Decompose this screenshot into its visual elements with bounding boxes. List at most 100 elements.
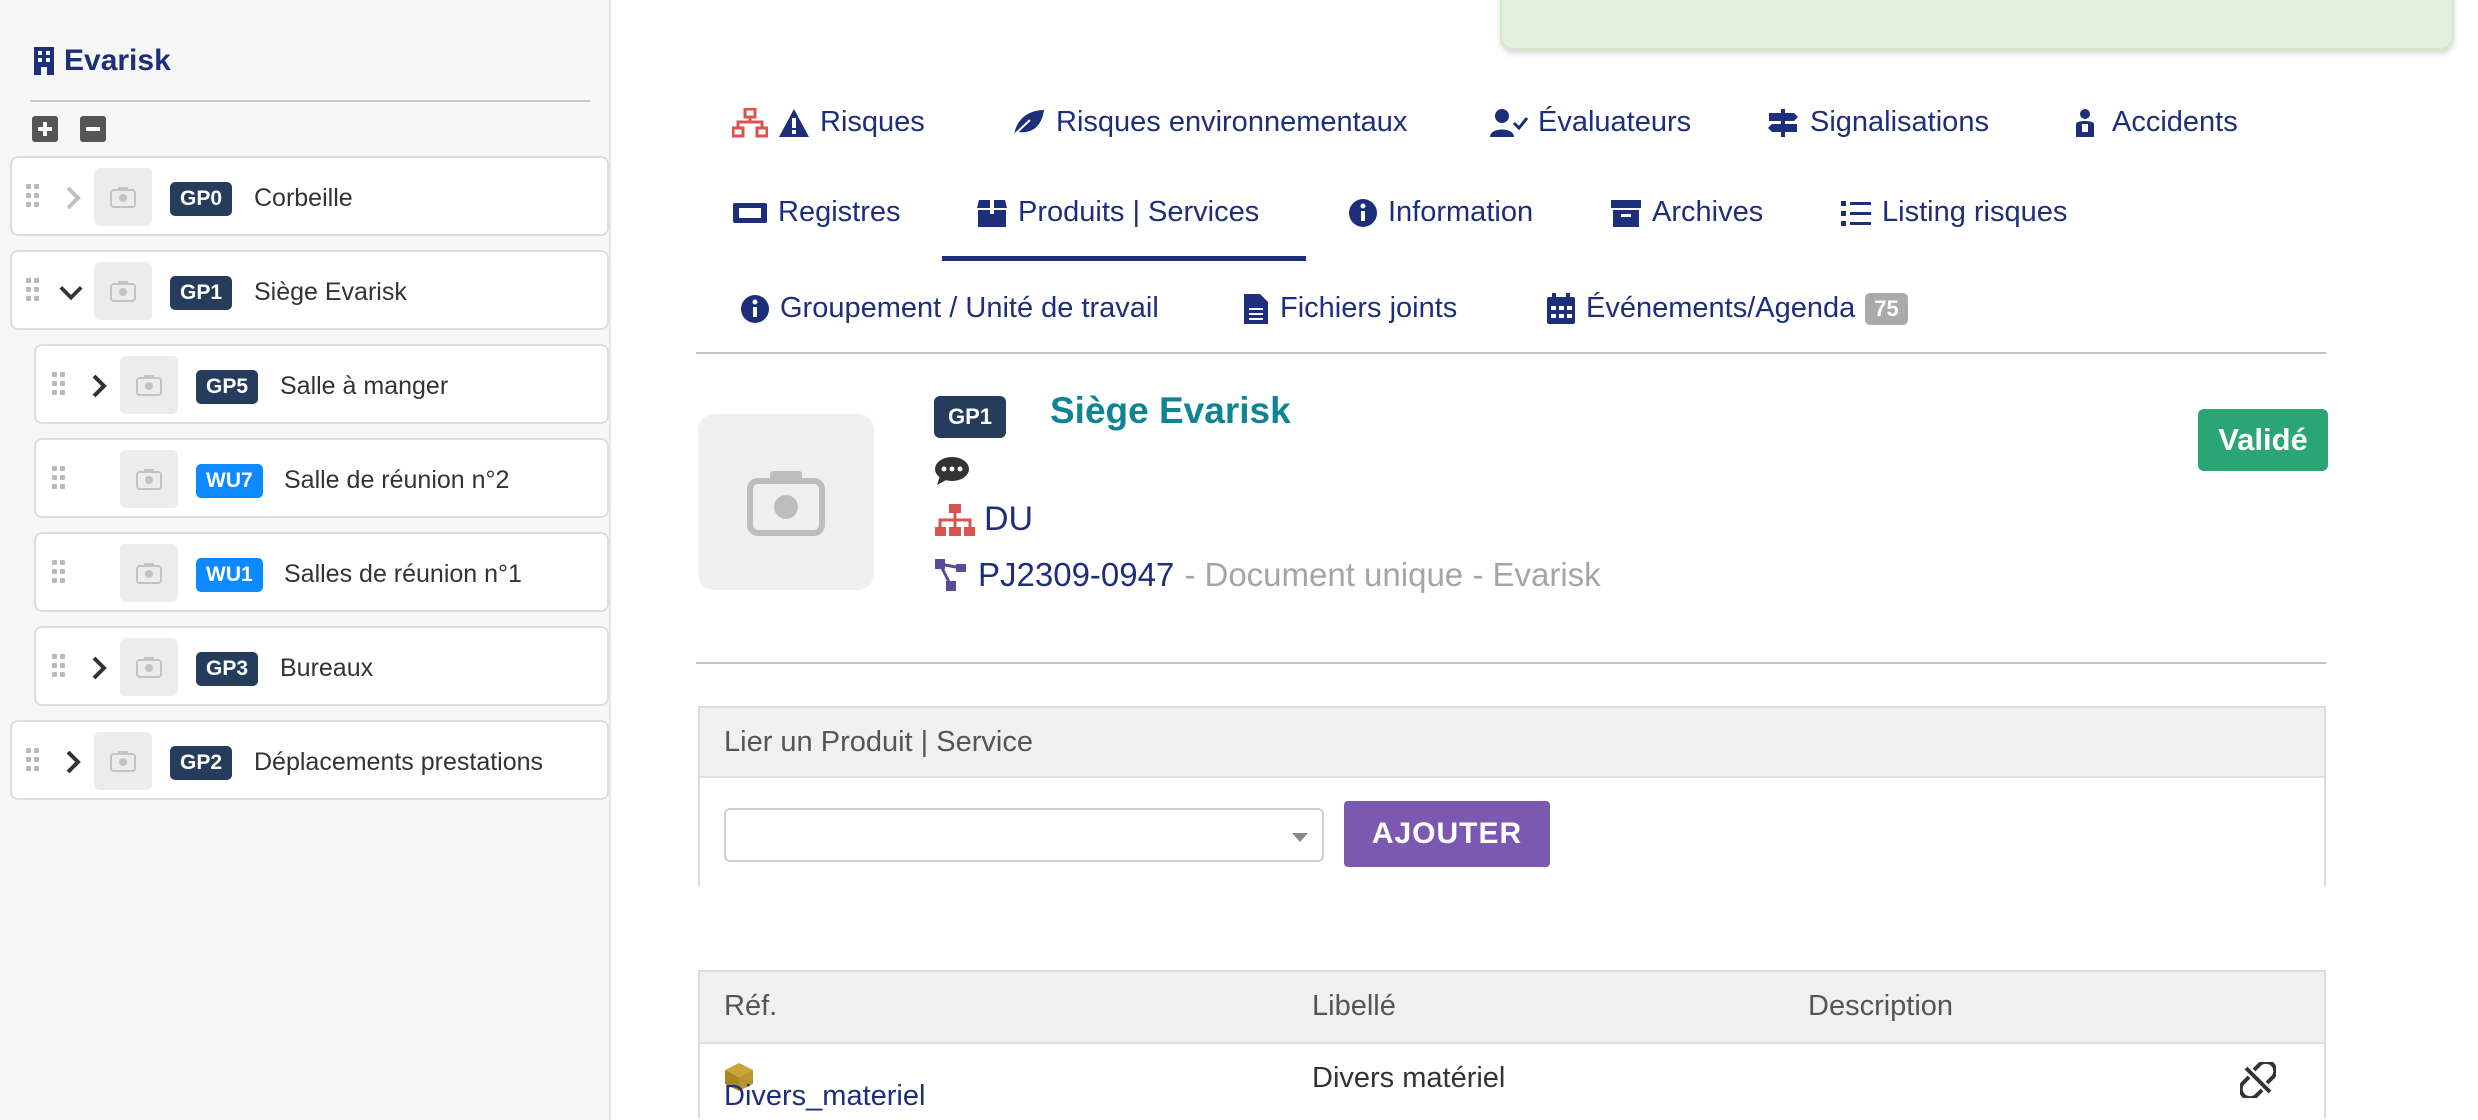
tree-node-label[interactable]: Siège Evarisk — [254, 278, 407, 307]
drag-handle-icon[interactable] — [26, 184, 42, 210]
info-circle-icon — [741, 294, 769, 323]
project-ref-link[interactable]: PJ2309-0947 — [978, 556, 1174, 594]
product-label: Divers matériel — [1312, 1062, 1506, 1094]
ref-badge: GP2 — [170, 746, 233, 780]
photo-placeholder[interactable] — [120, 356, 178, 414]
table-header: Réf. Libellé Description — [700, 972, 2324, 1044]
photo-placeholder[interactable] — [94, 168, 152, 226]
chevron-down-icon[interactable] — [58, 278, 84, 306]
product-select[interactable] — [724, 808, 1324, 862]
ref-badge: GP3 — [196, 652, 259, 686]
chevron-right-icon[interactable] — [60, 184, 86, 212]
tab-archives[interactable]: Archives — [1610, 196, 1763, 229]
collapse-all-button[interactable] — [80, 116, 106, 142]
chevron-right-icon[interactable] — [86, 654, 112, 682]
sitemap-icon — [732, 107, 768, 137]
tree-node-gp2[interactable]: GP2 Déplacements prestations — [10, 720, 609, 800]
column-header-ref: Réf. — [724, 990, 778, 1022]
tree-node-label[interactable]: Corbeille — [254, 184, 353, 213]
tab-products-services[interactable]: Produits | Services — [976, 196, 1259, 229]
status-badge: Validé — [2198, 409, 2328, 471]
sidebar-tree: Evarisk GP0 Corbeille GP1 Siège Evarisk … — [0, 0, 611, 1120]
tree-node-gp0[interactable]: GP0 Corbeille — [10, 156, 609, 236]
drag-handle-icon[interactable] — [52, 372, 68, 398]
tab-label: Fichiers joints — [1280, 292, 1458, 324]
camera-icon — [110, 751, 136, 772]
products-table: Réf. Libellé Description Divers_materiel… — [698, 970, 2326, 1118]
comment-icon[interactable] — [934, 456, 970, 486]
camera-icon — [136, 375, 162, 396]
tab-label: Information — [1388, 196, 1534, 228]
tree-node-wu1[interactable]: WU1 Salles de réunion n°1 — [34, 532, 609, 612]
tree-divider — [30, 100, 590, 102]
ref-badge: GP1 — [170, 276, 233, 310]
chevron-right-icon[interactable] — [86, 372, 112, 400]
tab-group-work-unit[interactable]: Groupement / Unité de travail — [740, 292, 1159, 325]
drag-handle-icon[interactable] — [52, 466, 68, 492]
banner-du-line: DU — [934, 500, 1033, 539]
drag-handle-icon[interactable] — [26, 278, 42, 304]
tree-node-label[interactable]: Bureaux — [280, 654, 373, 683]
tab-registers[interactable]: Registres — [732, 196, 901, 229]
tab-information[interactable]: Information — [1348, 196, 1533, 229]
project-icon — [935, 559, 966, 591]
file-icon — [1244, 293, 1268, 324]
tree-node-gp5[interactable]: GP5 Salle à manger — [34, 344, 609, 424]
photo-placeholder[interactable] — [120, 544, 178, 602]
camera-icon — [110, 187, 136, 208]
tab-evaluators[interactable]: Évaluateurs — [1490, 106, 1691, 139]
tab-accidents[interactable]: Accidents — [2068, 106, 2238, 139]
camera-icon — [136, 469, 162, 490]
project-description: - Document unique - Evarisk — [1184, 556, 1601, 593]
tab-label: Produits | Services — [1018, 196, 1260, 228]
unlink-icon[interactable] — [2240, 1062, 2276, 1098]
ticket-icon — [733, 202, 767, 223]
drag-handle-icon[interactable] — [26, 748, 42, 774]
calendar-icon — [1547, 292, 1575, 324]
tab-label: Listing risques — [1882, 196, 2068, 228]
box-icon — [977, 199, 1007, 227]
tree-node-label[interactable]: Salle à manger — [280, 372, 448, 401]
tab-label: Signalisations — [1810, 106, 1989, 138]
tabs-divider — [696, 352, 2326, 354]
tab-signals[interactable]: Signalisations — [1766, 106, 1989, 139]
product-ref-link[interactable]: Divers_materiel — [724, 1062, 925, 1112]
drag-handle-icon[interactable] — [52, 654, 68, 680]
photo-placeholder[interactable] — [94, 732, 152, 790]
chevron-right-icon[interactable] — [60, 748, 86, 776]
tree-node-gp1[interactable]: GP1 Siège Evarisk — [10, 250, 609, 330]
banner-photo[interactable] — [698, 414, 874, 590]
link-panel-title: Lier un Produit | Service — [700, 708, 2324, 778]
drag-handle-icon[interactable] — [52, 560, 68, 586]
photo-placeholder[interactable] — [94, 262, 152, 320]
tab-risks[interactable]: Risques — [732, 106, 925, 139]
tree-title[interactable]: Evarisk — [32, 44, 171, 78]
tab-label: Évaluateurs — [1538, 106, 1692, 138]
product-ref[interactable]: Divers_materiel — [724, 1080, 925, 1113]
tab-label: Accidents — [2112, 106, 2238, 138]
banner-ref-badge: GP1 — [934, 396, 1007, 438]
camera-icon — [747, 471, 825, 536]
tree-node-wu7[interactable]: WU7 Salle de réunion n°2 — [34, 438, 609, 518]
du-label[interactable]: DU — [984, 500, 1033, 539]
tab-label: Risques environnementaux — [1056, 106, 1408, 138]
tab-events-agenda[interactable]: Événements/Agenda 75 — [1546, 292, 1908, 325]
camera-icon — [136, 657, 162, 678]
tree-node-label[interactable]: Déplacements prestations — [254, 748, 543, 777]
expand-all-button[interactable] — [32, 116, 58, 142]
add-button[interactable]: AJOUTER — [1344, 801, 1550, 867]
photo-placeholder[interactable] — [120, 450, 178, 508]
column-header-label: Libellé — [1312, 990, 1396, 1022]
signpost-icon — [1768, 108, 1798, 137]
tree-node-gp3[interactable]: GP3 Bureaux — [34, 626, 609, 706]
tree-title-label: Evarisk — [64, 44, 171, 77]
tree-node-label[interactable]: Salles de réunion n°1 — [284, 560, 522, 589]
photo-placeholder[interactable] — [120, 638, 178, 696]
tab-risk-listing[interactable]: Listing risques — [1840, 196, 2067, 229]
link-product-panel: Lier un Produit | Service AJOUTER — [698, 706, 2326, 886]
ref-badge: WU7 — [196, 464, 263, 498]
tab-environmental-risks[interactable]: Risques environnementaux — [1010, 106, 1407, 139]
banner-project-line: PJ2309-0947 - Document unique - Evarisk — [934, 556, 1601, 594]
tree-node-label[interactable]: Salle de réunion n°2 — [284, 466, 509, 495]
tab-attachments[interactable]: Fichiers joints — [1242, 292, 1457, 325]
